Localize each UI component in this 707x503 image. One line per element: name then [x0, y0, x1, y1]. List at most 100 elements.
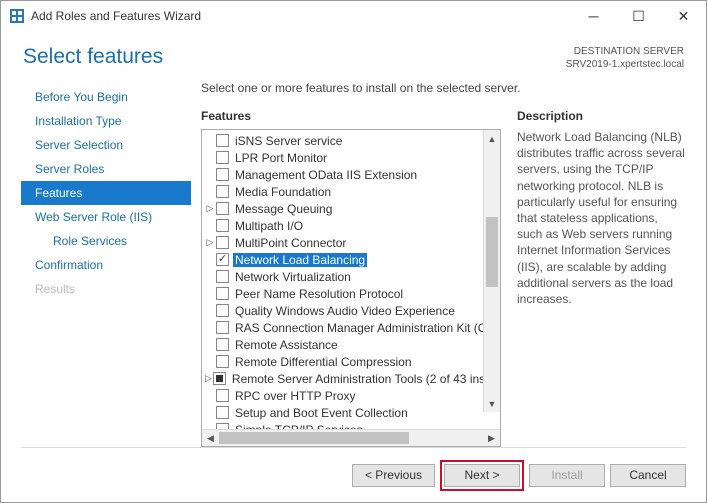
- label-nlb: Network Load Balancing: [233, 253, 367, 267]
- expander-multipoint[interactable]: ▷: [205, 238, 215, 248]
- checkbox-multipath[interactable]: [216, 219, 229, 232]
- checkbox-isns[interactable]: [216, 134, 229, 147]
- nav-features[interactable]: Features: [21, 181, 191, 205]
- label-media: Media Foundation: [233, 185, 333, 199]
- close-button[interactable]: ✕: [661, 1, 706, 31]
- feature-setup-boot[interactable]: Setup and Boot Event Collection: [204, 404, 500, 421]
- nav-web-server-role[interactable]: Web Server Role (IIS): [21, 205, 191, 229]
- label-multipoint: MultiPoint Connector: [233, 236, 348, 250]
- window-title: Add Roles and Features Wizard: [31, 9, 571, 23]
- hscroll-track[interactable]: [219, 430, 483, 446]
- destination-block: DESTINATION SERVER SRV2019-1.xpertstec.l…: [566, 45, 684, 71]
- feature-remote-assist[interactable]: Remote Assistance: [204, 336, 500, 353]
- nav-results: Results: [21, 277, 191, 301]
- footer: < Previous Next > Install Cancel: [1, 448, 706, 502]
- checkbox-ras-cmak[interactable]: [216, 321, 229, 334]
- scroll-down-icon[interactable]: ▼: [484, 395, 500, 412]
- scroll-right-icon[interactable]: ▶: [483, 430, 500, 446]
- description-heading: Description: [517, 109, 686, 123]
- nav-role-services[interactable]: Role Services: [21, 229, 191, 253]
- next-highlight: Next >: [440, 460, 524, 491]
- label-pnrp: Peer Name Resolution Protocol: [233, 287, 405, 301]
- feature-rdc[interactable]: Remote Differential Compression: [204, 353, 500, 370]
- cancel-button[interactable]: Cancel: [610, 464, 686, 487]
- sidebar: Before You Begin Installation Type Serve…: [21, 81, 191, 447]
- description-column: Description Network Load Balancing (NLB)…: [501, 109, 686, 447]
- feature-lpr[interactable]: LPR Port Monitor: [204, 149, 500, 166]
- label-qwave: Quality Windows Audio Video Experience: [233, 304, 457, 318]
- feature-multipoint[interactable]: ▷ MultiPoint Connector: [204, 234, 500, 251]
- label-multipath: Multipath I/O: [233, 219, 305, 233]
- vscroll-track[interactable]: [484, 147, 500, 395]
- intro-text: Select one or more features to install o…: [201, 81, 686, 95]
- feature-simple-tcp[interactable]: Simple TCP/IP Services: [204, 421, 500, 429]
- feature-multipath[interactable]: Multipath I/O: [204, 217, 500, 234]
- checkbox-simple-tcp[interactable]: [216, 423, 229, 429]
- features-list-inner[interactable]: iSNS Server service LPR Port Monitor Man…: [202, 130, 500, 429]
- scroll-up-icon[interactable]: ▲: [484, 130, 500, 147]
- checkbox-msgq[interactable]: [216, 202, 229, 215]
- destination-server: SRV2019-1.xpertstec.local: [566, 58, 684, 71]
- columns: Features iSNS Server service LPR Port Mo…: [201, 109, 686, 447]
- checkbox-rdc[interactable]: [216, 355, 229, 368]
- body: Before You Begin Installation Type Serve…: [1, 81, 706, 447]
- feature-ras-cmak[interactable]: RAS Connection Manager Administration Ki…: [204, 319, 500, 336]
- next-button[interactable]: Next >: [444, 464, 520, 487]
- label-remote-assist: Remote Assistance: [233, 338, 340, 352]
- checkbox-pnrp[interactable]: [216, 287, 229, 300]
- feature-media[interactable]: Media Foundation: [204, 183, 500, 200]
- label-isns: iSNS Server service: [233, 134, 344, 148]
- description-text: Network Load Balancing (NLB) distributes…: [517, 129, 686, 307]
- feature-nlb[interactable]: Network Load Balancing: [204, 251, 500, 268]
- previous-button[interactable]: < Previous: [352, 464, 435, 487]
- checkbox-qwave[interactable]: [216, 304, 229, 317]
- expander-rsat[interactable]: ▷: [205, 374, 212, 384]
- label-msgq: Message Queuing: [233, 202, 334, 216]
- feature-isns[interactable]: iSNS Server service: [204, 132, 500, 149]
- label-netvirt: Network Virtualization: [233, 270, 353, 284]
- features-listbox: iSNS Server service LPR Port Monitor Man…: [201, 129, 501, 447]
- feature-msgq[interactable]: ▷ Message Queuing: [204, 200, 500, 217]
- features-column: Features iSNS Server service LPR Port Mo…: [201, 109, 501, 447]
- feature-qwave[interactable]: Quality Windows Audio Video Experience: [204, 302, 500, 319]
- vertical-scrollbar[interactable]: ▲ ▼: [483, 130, 500, 412]
- feature-netvirt[interactable]: Network Virtualization: [204, 268, 500, 285]
- checkbox-lpr[interactable]: [216, 151, 229, 164]
- destination-label: DESTINATION SERVER: [566, 45, 684, 58]
- expander-msgq[interactable]: ▷: [205, 204, 215, 214]
- label-rpc-http: RPC over HTTP Proxy: [233, 389, 357, 403]
- checkbox-rpc-http[interactable]: [216, 389, 229, 402]
- app-icon: [9, 8, 25, 24]
- checkbox-setup-boot[interactable]: [216, 406, 229, 419]
- horizontal-scrollbar[interactable]: ◀ ▶: [202, 429, 500, 446]
- header: Select features DESTINATION SERVER SRV20…: [1, 31, 706, 81]
- feature-pnrp[interactable]: Peer Name Resolution Protocol: [204, 285, 500, 302]
- maximize-button[interactable]: ☐: [616, 1, 661, 31]
- label-mgmt-odata: Management OData IIS Extension: [233, 168, 419, 182]
- vscroll-thumb[interactable]: [486, 217, 498, 287]
- feature-mgmt-odata[interactable]: Management OData IIS Extension: [204, 166, 500, 183]
- checkbox-netvirt[interactable]: [216, 270, 229, 283]
- feature-rsat[interactable]: ▷ Remote Server Administration Tools (2 o…: [204, 370, 500, 387]
- nav-confirmation[interactable]: Confirmation: [21, 253, 191, 277]
- checkbox-rsat[interactable]: [213, 372, 226, 385]
- checkbox-media[interactable]: [216, 185, 229, 198]
- window-controls: ─ ☐ ✕: [571, 1, 706, 31]
- feature-rpc-http[interactable]: RPC over HTTP Proxy: [204, 387, 500, 404]
- label-lpr: LPR Port Monitor: [233, 151, 329, 165]
- nav-installation-type[interactable]: Installation Type: [21, 109, 191, 133]
- nav-before-begin[interactable]: Before You Begin: [21, 85, 191, 109]
- checkbox-mgmt-odata[interactable]: [216, 168, 229, 181]
- label-rsat: Remote Server Administration Tools (2 of…: [230, 372, 500, 386]
- minimize-button[interactable]: ─: [571, 1, 616, 31]
- hscroll-thumb[interactable]: [219, 432, 409, 444]
- wizard-window: Add Roles and Features Wizard ─ ☐ ✕ Sele…: [0, 0, 707, 503]
- checkbox-remote-assist[interactable]: [216, 338, 229, 351]
- checkbox-multipoint[interactable]: [216, 236, 229, 249]
- nav-server-roles[interactable]: Server Roles: [21, 157, 191, 181]
- label-setup-boot: Setup and Boot Event Collection: [233, 406, 410, 420]
- scroll-left-icon[interactable]: ◀: [202, 430, 219, 446]
- nav-server-selection[interactable]: Server Selection: [21, 133, 191, 157]
- install-button: Install: [529, 464, 605, 487]
- checkbox-nlb[interactable]: [216, 253, 229, 266]
